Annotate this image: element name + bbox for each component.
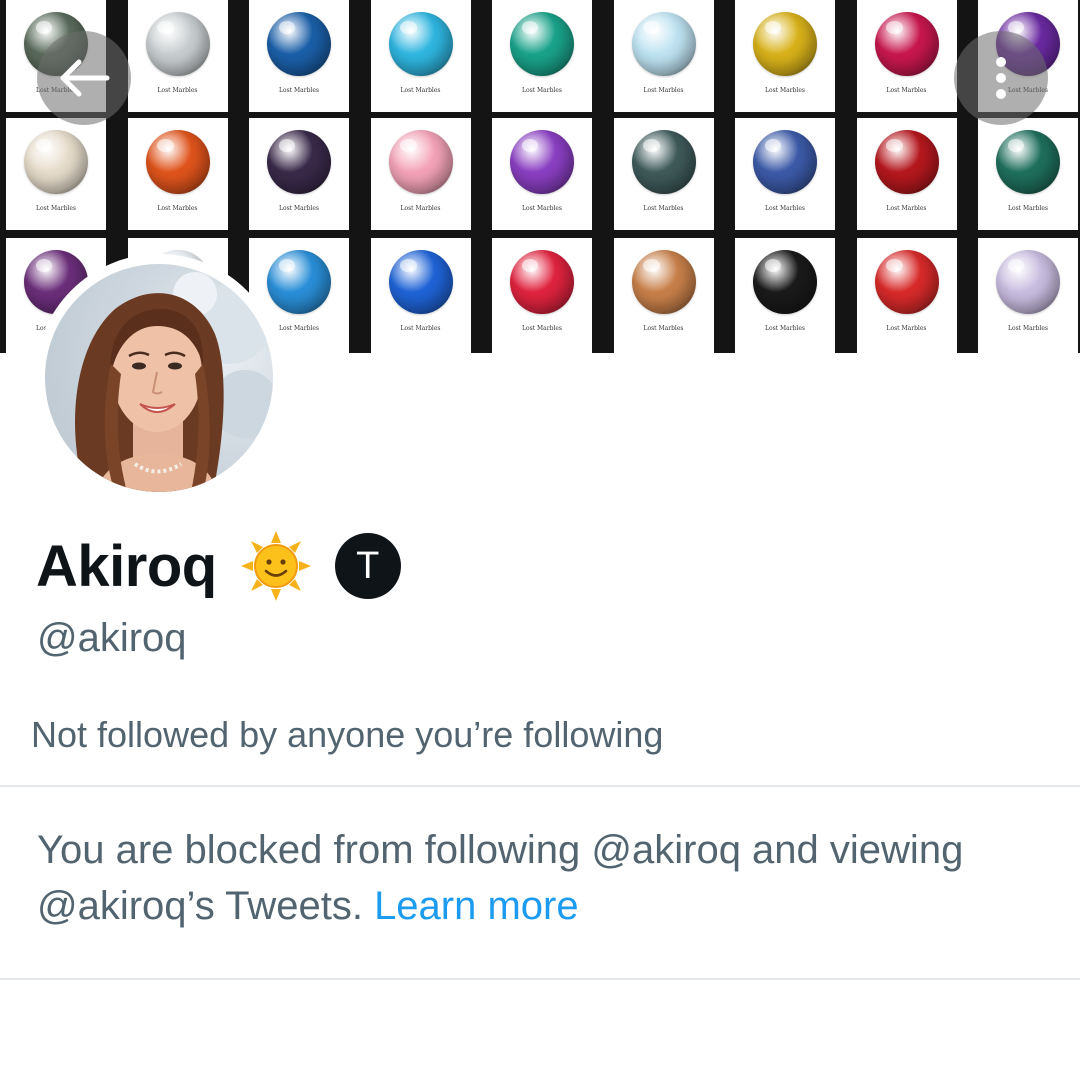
- banner-marble-card: Lost Marbles: [735, 118, 835, 230]
- marble-image: [267, 12, 331, 76]
- banner-marble-card: Lost Marbles: [613, 0, 714, 112]
- back-button[interactable]: [37, 31, 131, 125]
- marble-image: [267, 250, 331, 314]
- banner-marble-card: Lost Marbles: [735, 0, 835, 112]
- card-caption: Lost Marbles: [400, 87, 441, 94]
- profile-handle: @akiroq: [37, 616, 187, 660]
- banner-marble-card: Lost Marbles: [370, 118, 471, 230]
- banner-marble-card: Lost Marbles: [127, 118, 228, 230]
- sun-with-face-icon: [240, 531, 311, 601]
- banner-marble-card: Lost Marbles: [613, 118, 714, 230]
- card-caption: Lost Marbles: [400, 205, 441, 212]
- card-caption: Lost Marbles: [522, 325, 562, 332]
- blocked-notice: You are blocked from following @akiroq a…: [37, 822, 1047, 934]
- banner-marble-card: Lost Marbles: [127, 0, 228, 112]
- followers-you-know[interactable]: Not followed by anyone you’re following: [31, 714, 663, 756]
- card-caption: Lost Marbles: [643, 205, 684, 212]
- marble-image: [267, 130, 331, 194]
- banner-marble-card: Lost Marbles: [492, 238, 592, 353]
- card-caption: Lost Marbles: [765, 325, 805, 332]
- banner-marble-card: Lost Marbles: [978, 118, 1078, 230]
- banner-marble-card: Lost Marbles: [6, 118, 106, 230]
- card-caption: Lost Marbles: [765, 205, 805, 212]
- marble-image: [753, 130, 817, 194]
- card-caption: Lost Marbles: [279, 87, 319, 94]
- profile-avatar[interactable]: [35, 254, 283, 502]
- card-caption: Lost Marbles: [279, 205, 319, 212]
- card-caption: Lost Marbles: [36, 205, 76, 212]
- banner-marble-card: Lost Marbles: [735, 238, 835, 353]
- banner-marble-card: Lost Marbles: [370, 0, 471, 112]
- marble-image: [145, 130, 210, 194]
- letter-badge: T: [334, 533, 401, 599]
- card-caption: Lost Marbles: [886, 325, 927, 332]
- marble-image: [510, 130, 574, 194]
- badge-letter: T: [356, 544, 380, 587]
- card-caption: Lost Marbles: [1008, 325, 1048, 332]
- marble-image: [631, 12, 696, 76]
- marble-image: [753, 250, 817, 314]
- card-caption: Lost Marbles: [400, 325, 441, 332]
- banner-marble-card: Lost Marbles: [978, 238, 1078, 353]
- banner-marble-card: Lost Marbles: [613, 238, 714, 353]
- banner-marble-card: Lost Marbles: [856, 0, 957, 112]
- card-caption: Lost Marbles: [157, 205, 198, 212]
- avatar-portrait: [75, 272, 273, 492]
- marble-image: [510, 12, 574, 76]
- banner-marble-card: Lost Marbles: [249, 0, 349, 112]
- card-caption: Lost Marbles: [522, 87, 562, 94]
- marble-image: [996, 130, 1060, 194]
- marble-image: [874, 250, 939, 314]
- card-caption: Lost Marbles: [886, 87, 927, 94]
- marble-image: [510, 250, 574, 314]
- marble-image: [388, 12, 453, 76]
- card-caption: Lost Marbles: [643, 325, 684, 332]
- divider: [0, 978, 1080, 980]
- marble-image: [874, 130, 939, 194]
- marble-image: [145, 12, 210, 76]
- marble-image: [996, 250, 1060, 314]
- marble-image: [24, 130, 88, 194]
- card-caption: Lost Marbles: [1008, 205, 1048, 212]
- banner-marble-card: Lost Marbles: [249, 118, 349, 230]
- card-caption: Lost Marbles: [643, 87, 684, 94]
- banner-marble-card: Lost Marbles: [370, 238, 471, 353]
- card-caption: Lost Marbles: [522, 205, 562, 212]
- marble-image: [874, 12, 939, 76]
- marble-image: [631, 250, 696, 314]
- more-button[interactable]: [954, 31, 1048, 125]
- marble-image: [753, 12, 817, 76]
- learn-more-link[interactable]: Learn more: [374, 884, 579, 928]
- banner-marble-card: Lost Marbles: [856, 238, 957, 353]
- card-caption: Lost Marbles: [886, 205, 927, 212]
- name-row: Akiroq T: [36, 526, 401, 606]
- avatar-photo: [45, 264, 273, 492]
- banner-marble-card: Lost Marbles: [492, 0, 592, 112]
- banner-marble-card: Lost Marbles: [492, 118, 592, 230]
- display-name: Akiroq: [36, 533, 217, 599]
- marble-image: [388, 130, 453, 194]
- divider: [0, 785, 1080, 787]
- marble-image: [388, 250, 453, 314]
- more-vertical-icon: [996, 57, 1006, 99]
- card-caption: Lost Marbles: [157, 87, 198, 94]
- arrow-left-icon: [60, 59, 110, 97]
- banner-marble-card: Lost Marbles: [856, 118, 957, 230]
- card-caption: Lost Marbles: [765, 87, 805, 94]
- marble-image: [631, 130, 696, 194]
